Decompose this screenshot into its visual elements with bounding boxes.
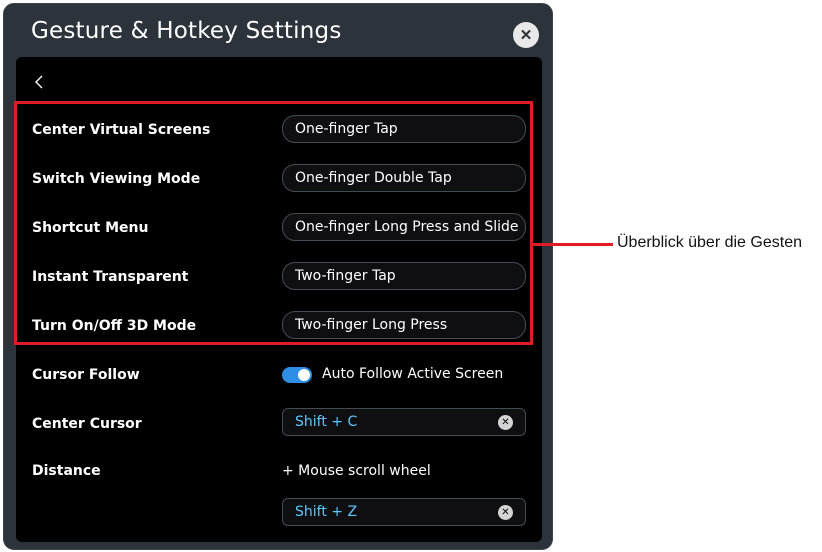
- back-chevron-icon[interactable]: [30, 72, 48, 92]
- callout-text: Überblick über die Gesten: [617, 234, 802, 251]
- center-cursor-label: Center Cursor: [32, 416, 142, 432]
- close-icon: ✕: [519, 27, 533, 44]
- distance-hotkey-field[interactable]: Shift + Z ✕: [282, 498, 526, 526]
- dialog-title: Gesture & Hotkey Settings: [31, 18, 342, 44]
- center-cursor-hotkey-value: Shift + C: [295, 414, 358, 430]
- auto-follow-toggle[interactable]: [282, 367, 312, 383]
- callout-line: [533, 243, 613, 246]
- distance-label: Distance: [32, 463, 101, 479]
- auto-follow-label: Auto Follow Active Screen: [322, 366, 504, 382]
- center-cursor-hotkey-field[interactable]: Shift + C ✕: [282, 408, 526, 436]
- gesture-overview-highlight: [14, 101, 533, 345]
- toggle-knob: [298, 369, 310, 381]
- distance-hotkey-value: Shift + Z: [295, 504, 358, 520]
- distance-modifier-text: + Mouse scroll wheel: [282, 463, 431, 479]
- clear-center-cursor-hotkey-button[interactable]: ✕: [498, 415, 513, 430]
- clear-distance-hotkey-button[interactable]: ✕: [498, 505, 513, 520]
- cursor-follow-label: Cursor Follow: [32, 367, 140, 383]
- close-button[interactable]: ✕: [513, 22, 539, 48]
